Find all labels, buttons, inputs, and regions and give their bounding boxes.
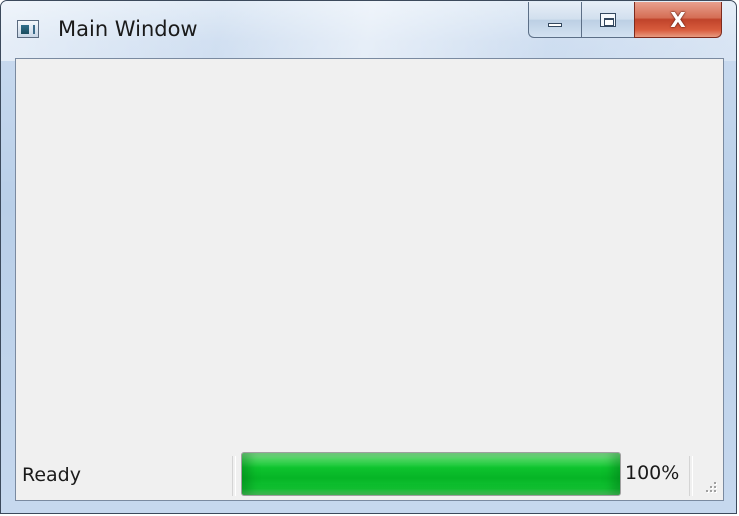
progress-label: 100%: [625, 462, 680, 484]
progress-bar: [241, 452, 621, 496]
minimize-button[interactable]: [528, 2, 581, 38]
title-bar[interactable]: Main Window X: [1, 1, 736, 57]
status-bar: Ready 100%: [16, 450, 723, 500]
close-icon: X: [670, 7, 686, 32]
maximize-icon: [600, 12, 616, 27]
main-window: Main Window X Ready 100%: [0, 0, 737, 514]
status-separator: [689, 456, 693, 496]
status-separator: [232, 456, 236, 496]
caption-buttons: X: [528, 2, 722, 40]
client-area: Ready 100%: [15, 58, 724, 501]
resize-grip[interactable]: [705, 482, 717, 494]
close-button[interactable]: X: [634, 2, 722, 38]
minimize-icon: [548, 22, 562, 27]
status-text: Ready: [22, 464, 81, 486]
maximize-button[interactable]: [581, 2, 634, 38]
window-title: Main Window: [58, 17, 198, 41]
progress-fill: [242, 453, 620, 495]
application-icon[interactable]: [17, 20, 39, 38]
